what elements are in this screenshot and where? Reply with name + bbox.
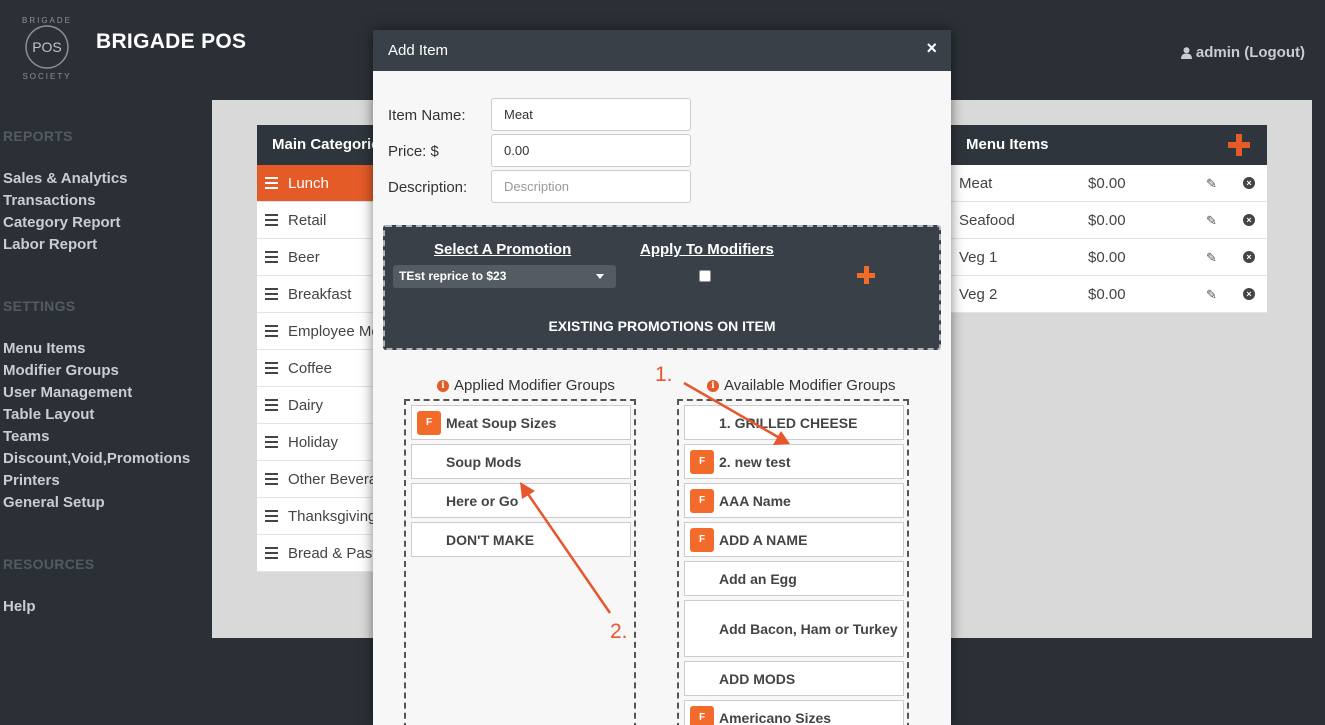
arrow-one-head-icon (773, 431, 790, 445)
arrow-two (526, 493, 612, 614)
annotation-arrows (520, 381, 790, 614)
arrow-one (683, 381, 779, 439)
arrow-two-head-icon (520, 482, 535, 499)
